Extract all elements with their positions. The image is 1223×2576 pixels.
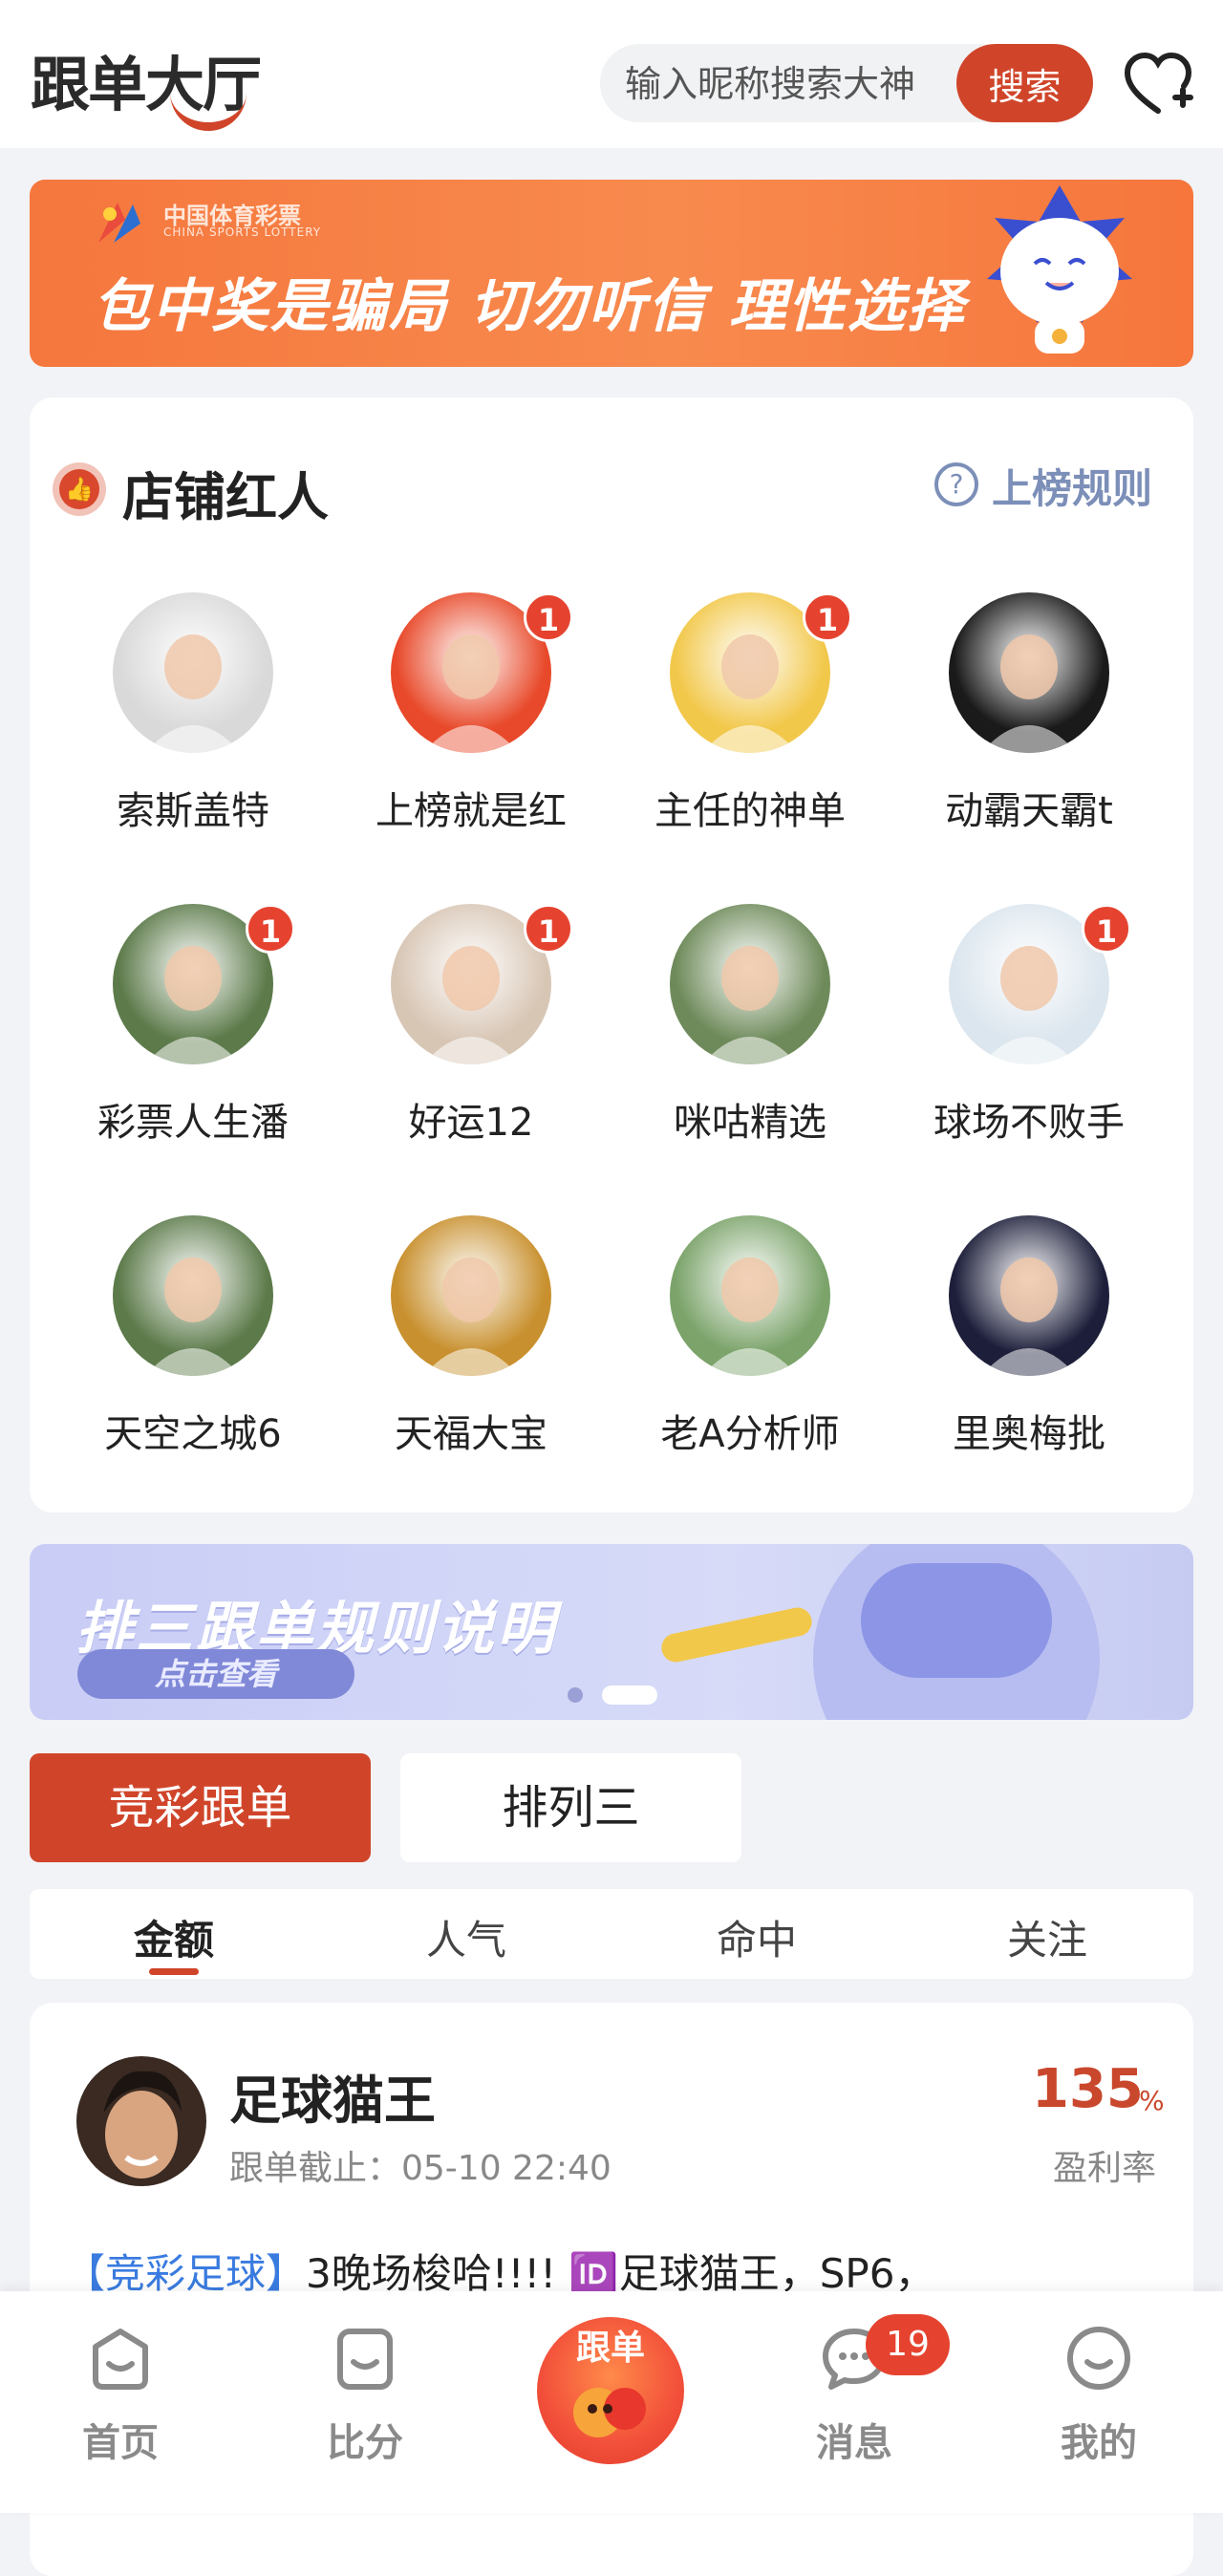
nav-profile[interactable]: 我的	[1022, 2310, 1175, 2473]
sort-amount[interactable]: 金额	[78, 1908, 269, 1966]
nav-follow-center-label: 跟单	[575, 2329, 645, 2368]
profit-rate-value: 135	[1032, 2058, 1144, 2120]
post-deadline: 跟单截止：05-10 22:40	[229, 2149, 612, 2188]
avatar-photo	[76, 2056, 206, 2186]
new-post-badge: 1	[803, 592, 852, 642]
avatar-image	[981, 634, 1077, 753]
profile-icon	[1067, 2327, 1130, 2390]
hot-seller-item[interactable]: 天空之城6	[34, 1215, 313, 1521]
thumbs-up-icon: 👍	[59, 469, 99, 509]
sort-following[interactable]: 关注	[952, 1908, 1143, 1966]
nav-messages-label: 消息	[816, 2421, 892, 2465]
new-post-badge: 1	[246, 904, 295, 954]
hot-seller-item[interactable]: 老A分析师	[591, 1215, 870, 1521]
search-input[interactable]	[623, 59, 971, 109]
hot-seller-name[interactable]: 上榜就是红	[312, 780, 630, 835]
hot-sellers-title: 店铺红人	[122, 467, 329, 527]
profit-rate-label: 盈利率	[1053, 2149, 1157, 2188]
post-author-name[interactable]: 足球猫王	[229, 2058, 436, 2134]
hot-seller-avatar[interactable]	[949, 592, 1109, 753]
avatar-image	[145, 634, 241, 753]
rules-view-button[interactable]: 点击查看	[77, 1649, 354, 1699]
banner-decoration	[861, 1563, 1052, 1678]
nav-score-label: 比分	[327, 2421, 403, 2465]
hot-seller-avatar[interactable]	[670, 904, 830, 1064]
avatar-image	[702, 1257, 798, 1376]
hot-seller-avatar[interactable]	[670, 1215, 830, 1376]
tab-pailie-san[interactable]: 排列三	[400, 1753, 741, 1862]
hot-seller-item[interactable]: 咪咕精选	[591, 904, 870, 1210]
avatar-image	[981, 1257, 1077, 1376]
hot-seller-item[interactable]: 索斯盖特	[34, 592, 313, 898]
hot-seller-avatar[interactable]	[113, 592, 273, 753]
hot-seller-avatar[interactable]	[113, 1215, 273, 1376]
banner-slogan: 包中奖是骗局 切勿听信 理性选择	[93, 273, 966, 340]
nav-home[interactable]: 首页	[44, 2310, 197, 2473]
avatar-image	[145, 1257, 241, 1376]
tab-jingcai-follow[interactable]: 竞彩跟单	[30, 1753, 371, 1862]
new-post-badge: 1	[524, 592, 573, 642]
hot-seller-item[interactable]: 天福大宝	[312, 1215, 591, 1521]
follow-heart-icon[interactable]	[1120, 46, 1196, 122]
lottery-brand-en: CHINA SPORTS LOTTERY	[163, 225, 322, 239]
hot-seller-avatar[interactable]	[949, 1215, 1109, 1376]
hot-seller-item[interactable]: 1 球场不败手	[870, 904, 1149, 1210]
hot-seller-name[interactable]: 动霸天霸t	[870, 780, 1188, 835]
carousel-dot-active[interactable]	[602, 1685, 657, 1705]
hot-seller-name[interactable]: 索斯盖特	[34, 780, 352, 835]
hot-seller-item[interactable]: 1 彩票人生潘	[34, 904, 313, 1210]
banner-decoration	[658, 1604, 815, 1665]
hot-seller-item[interactable]: 1 好运12	[312, 904, 591, 1210]
avatar-image	[702, 946, 798, 1064]
hot-seller-name[interactable]: 好运12	[312, 1091, 630, 1147]
hot-seller-item[interactable]: 1 上榜就是红	[312, 592, 591, 898]
lottery-banner[interactable]: 中国体育彩票 CHINA SPORTS LOTTERY 包中奖是骗局 切勿听信 …	[30, 180, 1193, 367]
lottery-logo-icon	[98, 203, 140, 243]
hot-seller-item[interactable]: 1 主任的神单	[591, 592, 870, 898]
hot-seller-name[interactable]: 里奥梅批	[870, 1403, 1188, 1458]
rules-link[interactable]: 上榜规则	[992, 457, 1152, 515]
hot-seller-name[interactable]: 天空之城6	[34, 1403, 352, 1458]
nav-home-label: 首页	[82, 2421, 159, 2465]
sort-hit-rate[interactable]: 命中	[661, 1908, 852, 1966]
post-text: 3晚场梭哈!!!! 🆔足球猫王，SP6，	[306, 2250, 935, 2297]
sort-active-indicator	[149, 1968, 199, 1975]
post-category-tag[interactable]: 【竞彩足球】	[65, 2250, 306, 2297]
carousel-dot[interactable]	[568, 1687, 583, 1703]
new-post-badge: 1	[1082, 904, 1131, 954]
avatar-image	[423, 1257, 519, 1376]
hot-seller-name[interactable]: 天福大宝	[312, 1403, 630, 1458]
hot-seller-name[interactable]: 球场不败手	[870, 1091, 1188, 1147]
message-count-badge: 19	[866, 2314, 950, 2375]
search-button[interactable]: 搜索	[956, 44, 1093, 122]
nav-score[interactable]: 比分	[289, 2310, 441, 2473]
hot-seller-name[interactable]: 老A分析师	[591, 1403, 909, 1458]
hot-seller-item[interactable]: 动霸天霸t	[870, 592, 1149, 898]
hot-seller-avatar[interactable]	[391, 1215, 551, 1376]
hot-seller-name[interactable]: 主任的神单	[591, 780, 909, 835]
hot-seller-name[interactable]: 咪咕精选	[591, 1091, 909, 1147]
mascot-icon	[987, 185, 1132, 354]
profit-rate-unit: %	[1139, 2085, 1165, 2116]
sort-popularity[interactable]: 人气	[371, 1908, 562, 1966]
hot-seller-item[interactable]: 里奥梅批	[870, 1215, 1149, 1521]
help-icon[interactable]: ?	[934, 462, 978, 506]
score-icon	[337, 2329, 393, 2390]
hot-seller-name[interactable]: 彩票人生潘	[34, 1091, 352, 1147]
new-post-badge: 1	[524, 904, 573, 954]
post-author-avatar[interactable]	[76, 2056, 206, 2186]
home-icon	[93, 2329, 148, 2390]
nav-profile-label: 我的	[1061, 2421, 1137, 2465]
